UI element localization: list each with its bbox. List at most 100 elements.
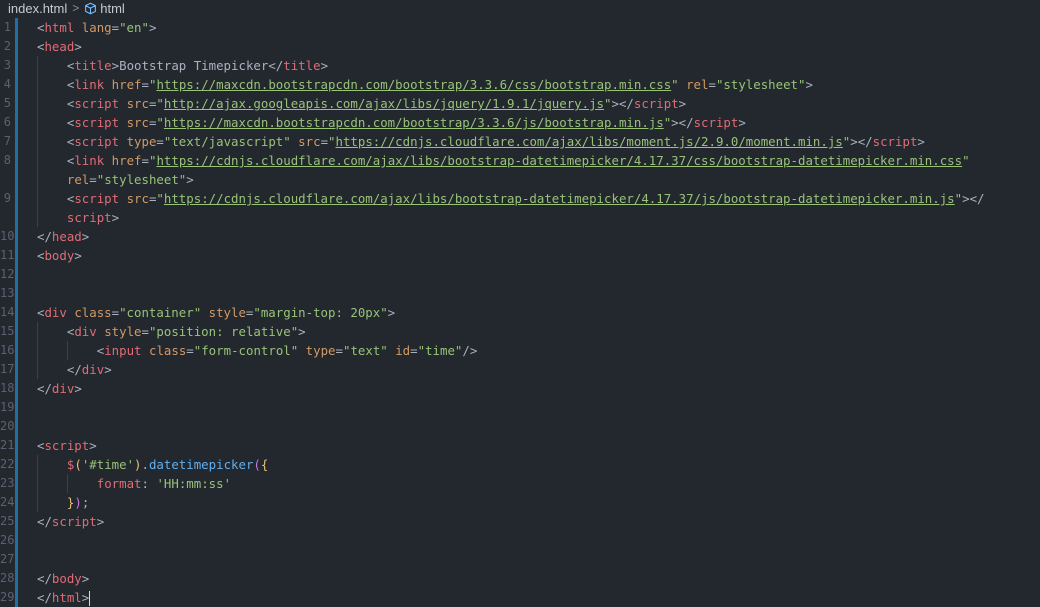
code-text: script> (67, 208, 119, 227)
code-line[interactable]: 25 </script> (0, 512, 1040, 531)
code-token: ) (134, 457, 142, 472)
code-line[interactable]: 16 <input class="form-control" type="text… (0, 341, 1040, 360)
code-line[interactable]: 26 (0, 531, 1040, 550)
code-text: format: 'HH:mm:ss' (97, 474, 231, 493)
code-line[interactable]: 1 <html lang="en"> (0, 18, 1040, 37)
code-line[interactable]: 27 (0, 550, 1040, 569)
code-text: <link href="https://maxcdn.bootstrapcdn.… (67, 75, 813, 94)
line-number: 21 (0, 438, 15, 452)
code-line[interactable]: 18 </div> (0, 379, 1040, 398)
code-line[interactable]: 24}); (0, 493, 1040, 512)
code-token: href (104, 77, 142, 92)
code-token: </ (66, 362, 82, 377)
code-line[interactable]: 20 (0, 417, 1040, 436)
line-number: 15 (0, 324, 15, 338)
code-token: div (51, 381, 75, 396)
line-number: 17 (0, 362, 15, 376)
code-token: " (962, 153, 970, 168)
breadcrumb-file[interactable]: index.html (8, 1, 67, 16)
git-change-marker (15, 379, 18, 398)
line-number: 2 (3, 39, 11, 53)
code-line[interactable]: 22 $('#time').datetimepicker({ (0, 455, 1040, 474)
code-line[interactable]: 6 <script src="https://maxcdn.bootstrapcd… (0, 113, 1040, 132)
code-line[interactable]: 4 <link href="https://maxcdn.bootstrapcdn… (0, 75, 1040, 94)
code-line[interactable]: script> (0, 208, 1040, 227)
code-token: http://ajax.googleapis.com/ajax/libs/jqu… (163, 96, 605, 111)
git-change-marker (15, 436, 18, 455)
code-token: script (693, 115, 739, 130)
git-change-marker (15, 493, 18, 512)
code-text: <div style="position: relative"> (67, 322, 306, 341)
code-line[interactable]: 12 (0, 265, 1040, 284)
code-line[interactable]: 10 </head> (0, 227, 1040, 246)
git-change-marker (15, 151, 18, 170)
text-cursor (89, 591, 91, 606)
code-token: class (141, 343, 187, 358)
code-token: head (44, 39, 75, 54)
indent-guide (37, 360, 38, 379)
code-token: "position: relative" (148, 324, 299, 339)
code-line[interactable]: 23 format: 'HH:mm:ss' (0, 474, 1040, 493)
code-line[interactable]: 28 </body> (0, 569, 1040, 588)
code-token: > (111, 210, 120, 225)
code-token: src (119, 191, 149, 206)
indent-guide (37, 322, 38, 341)
git-change-marker (15, 113, 18, 132)
code-token: Bootstrap Timepicker (119, 58, 269, 73)
code-text: <script src="https://cdnjs.cloudflare.co… (67, 189, 985, 208)
git-change-marker (15, 75, 18, 94)
line-number: 19 (0, 400, 15, 414)
breadcrumb-node[interactable]: html (100, 1, 125, 16)
code-line[interactable]: 19 (0, 398, 1040, 417)
code-line[interactable]: 9 <script src="https://cdnjs.cloudflare.c… (0, 189, 1040, 208)
code-line[interactable]: 5 <script src="http://ajax.googleapis.com… (0, 94, 1040, 113)
code-token: = (335, 343, 343, 358)
code-line[interactable]: 11 <body> (0, 246, 1040, 265)
code-text: <script src="https://maxcdn.bootstrapcdn… (67, 113, 746, 132)
code-token: " (156, 191, 164, 206)
code-token: > (320, 58, 329, 73)
code-text: </div> (37, 379, 82, 398)
code-token: > (74, 39, 82, 54)
code-token: " (328, 134, 336, 149)
code-token: script (74, 134, 120, 149)
code-token: = (111, 305, 120, 320)
code-token: = (141, 77, 149, 92)
code-text: </head> (37, 227, 89, 246)
git-change-marker (15, 360, 18, 379)
line-number: 16 (0, 343, 15, 357)
code-line[interactable]: 3 <title>Bootstrap Timepicker</title> (0, 56, 1040, 75)
code-token: rel (678, 77, 709, 92)
code-line[interactable]: 14 <div class="container" style="margin-t… (0, 303, 1040, 322)
code-line[interactable]: 29 </html> (0, 588, 1040, 607)
code-line[interactable]: 8 <link href="https://cdnjs.cloudflare.co… (0, 151, 1040, 170)
code-token: https://cdnjs.cloudflare.com/ajax/libs/m… (335, 134, 843, 149)
git-change-marker (15, 303, 18, 322)
git-change-marker (15, 417, 18, 436)
git-change-marker (15, 398, 18, 417)
code-token: > (81, 590, 90, 605)
git-change-marker (15, 37, 18, 56)
code-token: script (74, 191, 120, 206)
git-change-marker (15, 341, 18, 360)
code-token: = (141, 153, 149, 168)
line-number: 26 (0, 533, 15, 547)
code-line[interactable]: 17 </div> (0, 360, 1040, 379)
code-editor[interactable]: 1 <html lang="en"> 2 <head> 3 <title>Bootstra… (0, 18, 1040, 607)
code-line[interactable]: 13 (0, 284, 1040, 303)
code-text: <div class="container" style="margin-top… (37, 303, 395, 322)
code-line[interactable]: 7 <script type="text/javascript" src="htt… (0, 132, 1040, 151)
indent-guide (37, 170, 38, 189)
code-token: datetimepicker (148, 457, 254, 472)
code-text: <head> (37, 37, 82, 56)
line-number: 12 (0, 267, 15, 281)
code-line[interactable]: 2 <head> (0, 37, 1040, 56)
code-line[interactable]: rel="stylesheet"> (0, 170, 1040, 189)
code-token: src (290, 134, 321, 149)
code-token: > (81, 229, 90, 244)
git-change-marker (15, 550, 18, 569)
line-number: 4 (3, 77, 11, 91)
code-line[interactable]: 21 <script> (0, 436, 1040, 455)
code-token: 'HH:mm:ss' (156, 476, 232, 491)
code-line[interactable]: 15 <div style="position: relative"> (0, 322, 1040, 341)
